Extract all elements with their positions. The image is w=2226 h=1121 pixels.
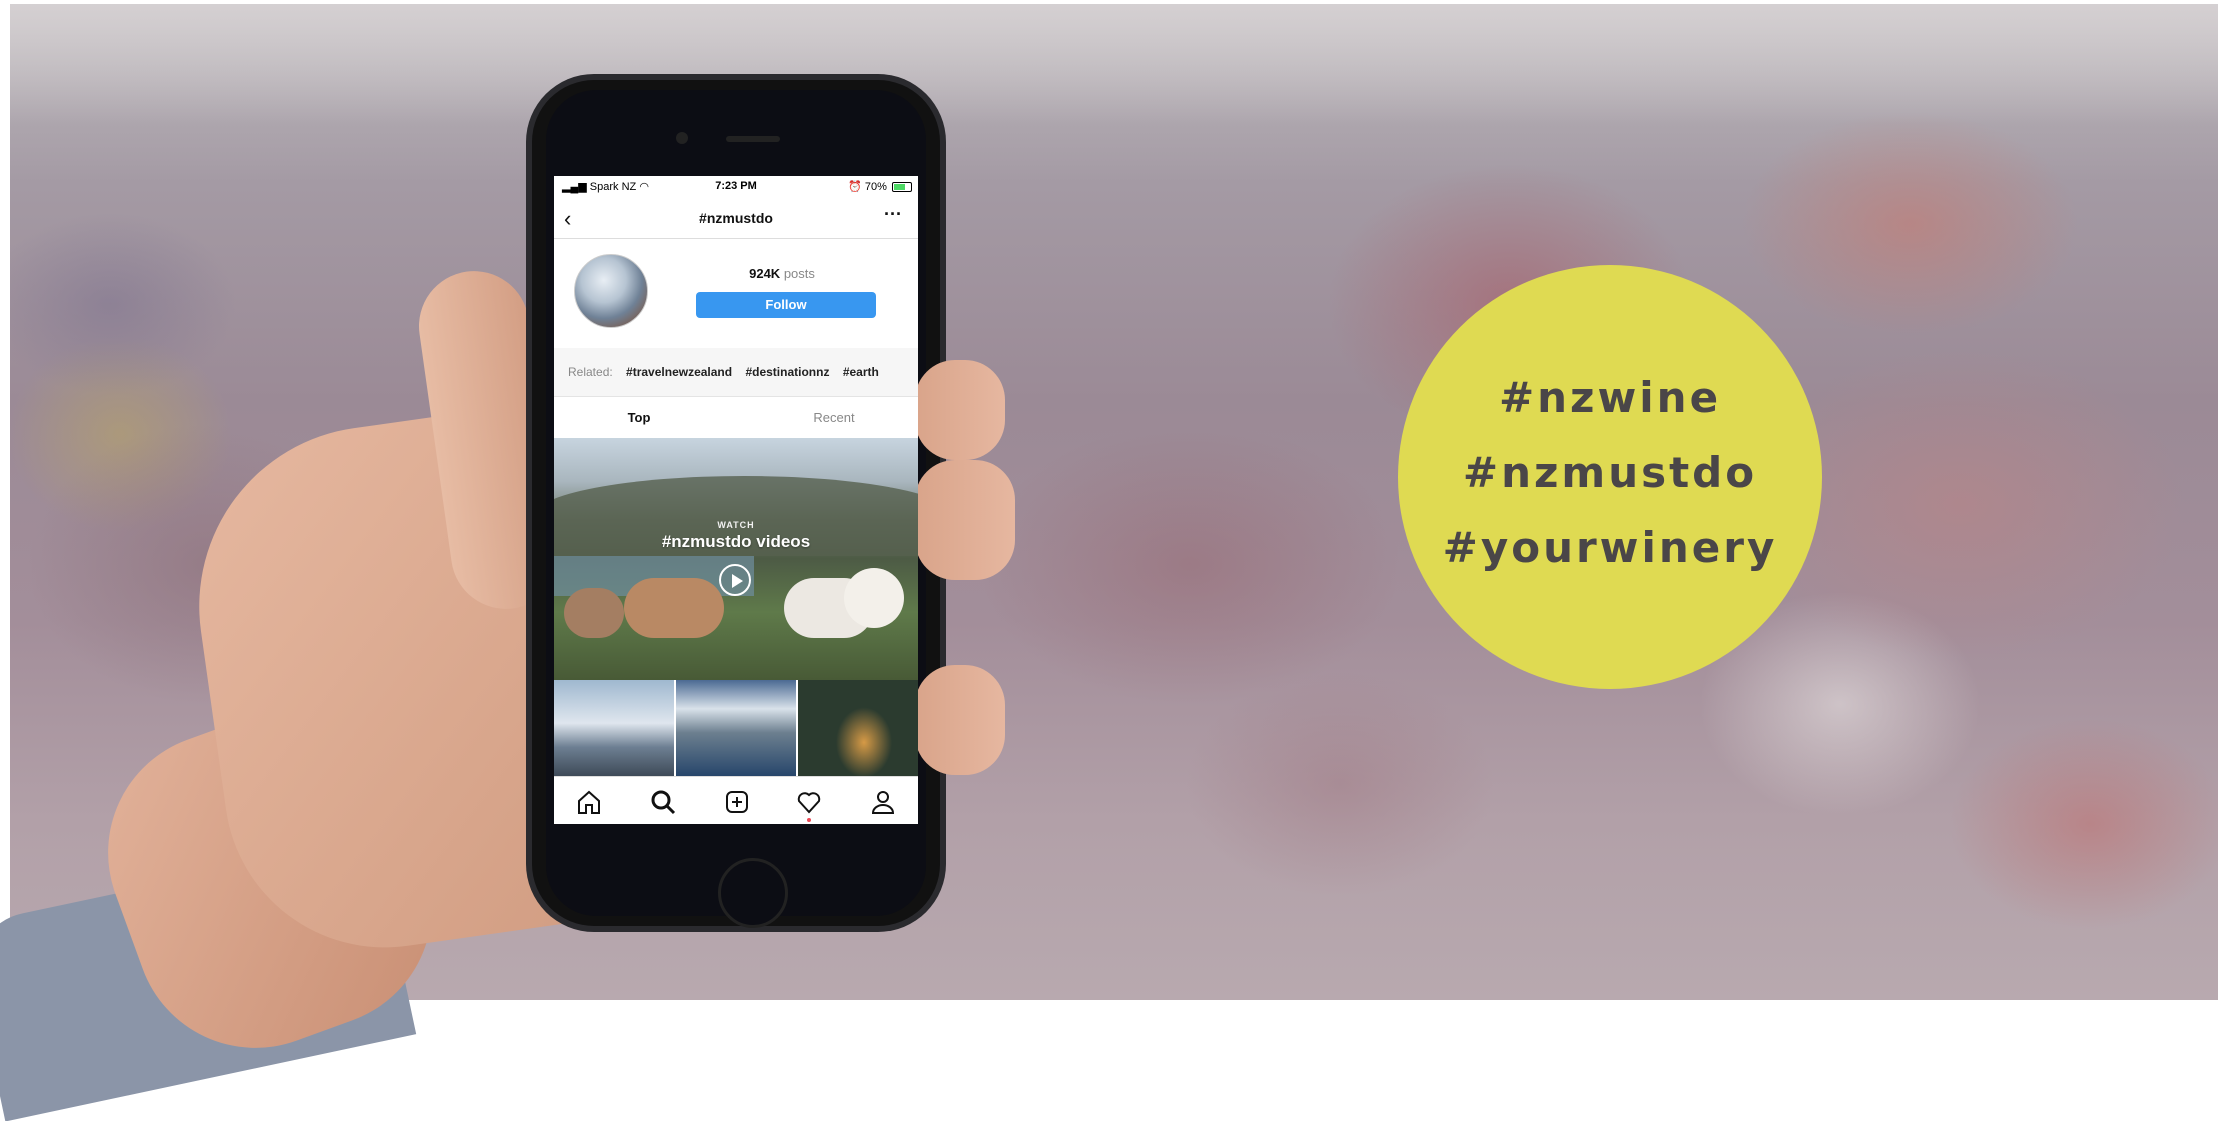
notification-dot: [807, 818, 811, 822]
tab-top[interactable]: Top: [614, 410, 664, 425]
follow-button[interactable]: Follow: [696, 292, 876, 318]
hand-finger: [915, 360, 1005, 460]
badge-hashtag: #nzwine: [1498, 373, 1722, 422]
phone-screen: ▂▄▆ Spark NZ ◠ 7:23 PM ⏰ 70% ‹ #nzmustdo…: [554, 176, 918, 824]
posts-count-value: 924K: [749, 266, 781, 281]
battery-icon: [892, 182, 912, 193]
battery-percent: 70%: [864, 181, 887, 193]
heart-icon[interactable]: [794, 787, 824, 817]
play-icon[interactable]: [719, 564, 751, 596]
related-tag[interactable]: #earth: [843, 365, 879, 379]
related-hashtags: Related: #travelnewzealand #destinationn…: [554, 348, 918, 397]
bottom-tab-bar: [554, 776, 918, 824]
nav-bar: ‹ #nzmustdo ···: [554, 198, 918, 239]
search-icon[interactable]: [648, 787, 678, 817]
posts-count-label: posts: [783, 266, 815, 281]
hand-finger: [915, 460, 1015, 580]
home-icon[interactable]: [574, 787, 604, 817]
status-bar: ▂▄▆ Spark NZ ◠ 7:23 PM ⏰ 70%: [554, 176, 918, 198]
add-icon[interactable]: [722, 787, 752, 817]
related-tag[interactable]: #travelnewzealand: [626, 365, 732, 379]
alpaca: [844, 568, 904, 628]
badge-hashtag: #nzmustdo: [1462, 448, 1758, 497]
post-thumbnail[interactable]: [554, 680, 674, 776]
tab-recent[interactable]: Recent: [804, 410, 864, 425]
watch-title: #nzmustdo videos: [661, 532, 811, 551]
battery-status: ⏰ 70%: [848, 180, 912, 193]
related-tag[interactable]: #destinationnz: [745, 365, 829, 379]
hashtag-title: #nzmustdo: [699, 210, 773, 226]
hand-finger: [915, 665, 1005, 775]
hashtag-header: 924K posts Follow: [554, 238, 918, 349]
earpiece-speaker: [726, 136, 780, 142]
hashtag-avatar: [574, 254, 648, 328]
post-thumbnail[interactable]: [798, 680, 918, 776]
watch-label: WATCH: [717, 520, 755, 530]
related-label: Related:: [568, 365, 613, 379]
feed-tabs: Top Recent: [554, 396, 918, 439]
front-camera: [676, 132, 688, 144]
more-options-icon[interactable]: ···: [884, 204, 902, 225]
post-thumbnail[interactable]: [676, 680, 796, 776]
alpaca: [564, 588, 624, 638]
badge-hashtag: #yourwinery: [1442, 523, 1778, 572]
post-grid: [554, 680, 918, 776]
alarm-icon: ⏰: [848, 181, 862, 193]
alpaca: [624, 578, 724, 638]
hashtag-badge: #nzwine #nzmustdo #yourwinery: [1398, 265, 1822, 689]
home-button[interactable]: [718, 858, 788, 928]
watch-videos-banner[interactable]: WATCH #nzmustdo videos: [554, 438, 918, 680]
profile-icon[interactable]: [868, 787, 898, 817]
posts-count: 924K posts: [694, 266, 870, 281]
